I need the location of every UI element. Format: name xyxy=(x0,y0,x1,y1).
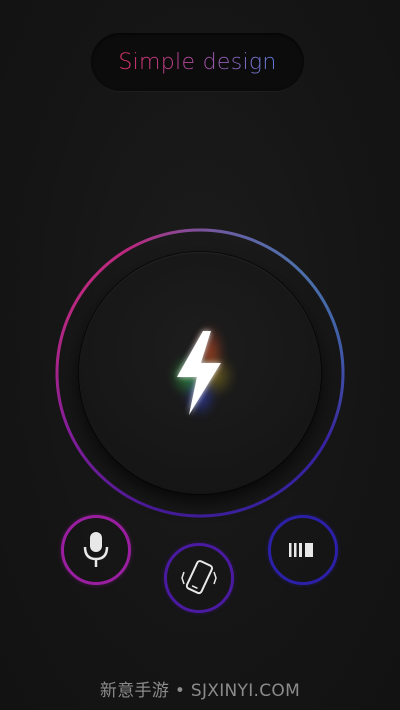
shake-mode-button[interactable] xyxy=(164,543,234,613)
power-button[interactable] xyxy=(79,252,321,494)
app-title: Simple design xyxy=(118,49,277,75)
watermark-text: 新意手游 • SJXINYI.COM xyxy=(99,681,301,701)
flashlight-screen: Simple design 新意手游 • SJXINYI.COM xyxy=(0,0,400,710)
strobe-mode-button[interactable] xyxy=(268,515,338,585)
microphone-icon xyxy=(83,532,109,567)
phone-shake-icon xyxy=(181,560,217,595)
title-pill: Simple design xyxy=(91,33,304,91)
lightning-bolt-icon xyxy=(176,331,221,415)
microphone-mode-button[interactable] xyxy=(61,515,131,585)
strobe-bars-icon xyxy=(289,543,313,557)
